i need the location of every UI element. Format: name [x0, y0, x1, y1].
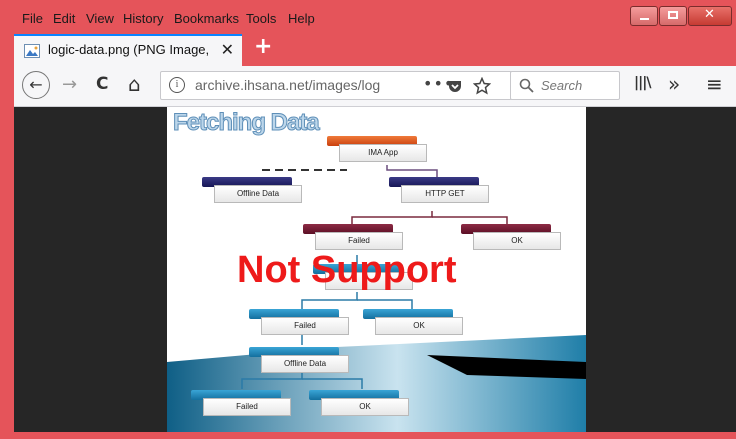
tab-logic-data[interactable]: logic-data.png (PNG Image, 98 ✕: [14, 34, 242, 66]
node-failed-2: Failed: [249, 309, 349, 335]
menu-bookmarks[interactable]: Bookmarks: [174, 11, 239, 26]
tab-close-icon[interactable]: ✕: [221, 40, 234, 59]
slide-heading: Fetching Data: [173, 109, 321, 137]
node-http-get: HTTP GET: [389, 177, 489, 203]
navigation-toolbar: ← → C ⌂ i archive.ihsana.net/images/log …: [14, 66, 736, 107]
search-bar[interactable]: Search: [510, 71, 620, 100]
maximize-button[interactable]: [659, 6, 687, 26]
menu-tools[interactable]: Tools: [246, 11, 276, 26]
reload-button[interactable]: C: [96, 74, 108, 94]
node-failed-3: Failed: [191, 390, 291, 416]
new-tab-button[interactable]: +: [254, 34, 272, 59]
forward-button[interactable]: →: [62, 74, 77, 95]
search-icon: [519, 78, 534, 93]
tab-title: logic-data.png (PNG Image, 98: [48, 42, 212, 57]
maximize-icon: [668, 11, 678, 19]
not-support-overlay: Not Support: [237, 249, 457, 291]
minimize-icon: [640, 18, 649, 20]
search-input[interactable]: Search: [541, 78, 582, 93]
node-failed-1: Failed: [303, 224, 403, 250]
node-ima-app: IMA App: [327, 136, 427, 162]
url-text[interactable]: archive.ihsana.net/images/log: [195, 77, 385, 93]
back-arrow-icon: ←: [29, 75, 43, 94]
image-file-icon: [24, 44, 40, 58]
node-offline-data-1: Offline Data: [202, 177, 302, 203]
close-icon: ✕: [704, 7, 715, 22]
menu-view[interactable]: View: [86, 11, 114, 26]
node-offline-data-2: Offline Data: [249, 347, 349, 373]
tab-strip: logic-data.png (PNG Image, 98 ✕ +: [0, 32, 736, 66]
home-button[interactable]: ⌂: [128, 72, 141, 96]
menu-history[interactable]: History: [123, 11, 163, 26]
close-window-button[interactable]: ✕: [688, 6, 732, 26]
bookmark-star-icon[interactable]: [473, 77, 491, 95]
address-bar[interactable]: i archive.ihsana.net/images/log •••: [160, 71, 512, 100]
minimize-button[interactable]: [630, 6, 658, 26]
pocket-icon[interactable]: [447, 78, 463, 94]
node-ok-1: OK: [461, 224, 561, 250]
hamburger-menu-button[interactable]: ≡: [706, 72, 723, 96]
library-button[interactable]: |||\: [634, 75, 651, 91]
menu-edit[interactable]: Edit: [53, 11, 75, 26]
back-button[interactable]: ←: [22, 71, 50, 99]
menu-bar: File Edit View History Bookmarks Tools H…: [0, 8, 736, 30]
window-bottom-border: [0, 432, 736, 439]
site-info-icon[interactable]: i: [169, 77, 185, 93]
overflow-menu-button[interactable]: »: [668, 72, 680, 96]
node-ok-3: OK: [309, 390, 409, 416]
menu-file[interactable]: File: [22, 11, 43, 26]
node-ok-2: OK: [363, 309, 463, 335]
menu-help[interactable]: Help: [288, 11, 315, 26]
